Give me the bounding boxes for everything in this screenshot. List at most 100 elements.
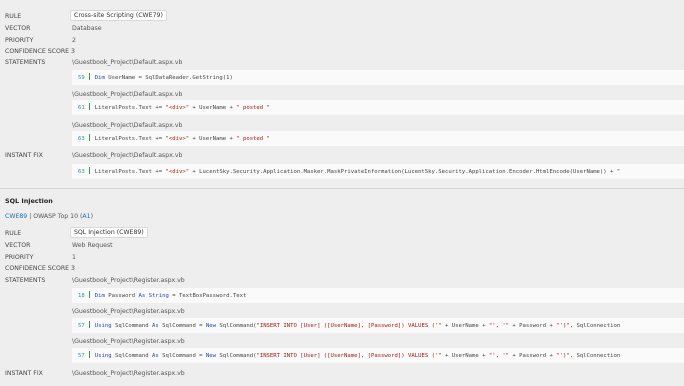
code-text: , SqlConnection bbox=[569, 353, 621, 359]
statement-path[interactable]: \Guestbook_Project\Register.aspx.vb bbox=[72, 338, 185, 345]
fix-path[interactable]: \Guestbook_Project\Default.aspx.vb bbox=[72, 152, 182, 159]
code-string: "<div>" bbox=[165, 136, 190, 142]
line-marker bbox=[88, 321, 90, 328]
code-string: "<div>" bbox=[165, 105, 190, 111]
tags-separator: | OWASP Top 10 ( bbox=[27, 213, 83, 220]
code-string: " posted " bbox=[236, 105, 270, 111]
line-marker bbox=[88, 73, 90, 80]
code-text: + UserName + bbox=[189, 136, 237, 142]
code-text: + Password + bbox=[509, 353, 557, 359]
code-snippet: 59 Dim UserName = SqlDataReader.GetString… bbox=[72, 70, 684, 85]
code-string: "')" bbox=[556, 353, 570, 359]
code-keyword: New bbox=[205, 323, 217, 329]
code-line: 63 LiteralPosts.Text += "<div>" + LucentS… bbox=[78, 167, 620, 175]
code-text: SqlCommand( bbox=[216, 323, 257, 329]
code-keyword: As bbox=[152, 353, 159, 359]
vector-label: VECTOR bbox=[5, 242, 31, 249]
code-snippet: 61 LiteralPosts.Text += "<div>" + UserNam… bbox=[72, 100, 684, 115]
fix-path[interactable]: \Guestbook_Project\Register.aspx.vb bbox=[72, 370, 185, 377]
code-snippet: 57 Using SqlCommand As SqlCommand = New S… bbox=[72, 318, 684, 333]
confidence-label: CONFIDENCE SCORE 3 bbox=[5, 48, 75, 55]
cwe-link[interactable]: CWE89 bbox=[5, 213, 27, 220]
code-text: + UserName + bbox=[441, 323, 489, 329]
code-text: + UserName + bbox=[189, 105, 237, 111]
instant-fix-label: INSTANT FIX bbox=[5, 370, 43, 377]
code-text: + LucentSky.Security.Application.Masker.… bbox=[189, 169, 621, 175]
code-text: LiteralPosts.Text += bbox=[94, 105, 166, 111]
statement-path[interactable]: \Guestbook_Project\Default.aspx.vb bbox=[72, 91, 182, 98]
line-marker bbox=[88, 351, 90, 358]
line-number: 63 bbox=[78, 136, 85, 142]
code-keyword: Dim bbox=[94, 75, 105, 81]
line-marker bbox=[88, 167, 90, 174]
rule-label: RULE bbox=[5, 13, 22, 20]
rule-label: RULE bbox=[5, 230, 22, 237]
code-keyword: Using bbox=[94, 323, 112, 329]
owasp-link[interactable]: A1 bbox=[82, 213, 90, 220]
statement-path[interactable]: \Guestbook_Project\Default.aspx.vb bbox=[72, 122, 182, 129]
code-keyword: Dim bbox=[94, 293, 105, 299]
code-text: UserName = SqlDataReader.GetString(1) bbox=[104, 75, 233, 81]
code-line: 57 Using SqlCommand As SqlCommand = New S… bbox=[78, 351, 620, 359]
line-marker bbox=[88, 103, 90, 110]
code-string: "', '" bbox=[488, 323, 510, 329]
section-divider bbox=[0, 188, 684, 189]
tags-end: ) bbox=[90, 213, 94, 220]
vector-value: Database bbox=[72, 25, 102, 32]
code-string: "')" bbox=[556, 323, 570, 329]
code-text: + Password + bbox=[509, 323, 557, 329]
code-snippet: 57 Using SqlCommand As SqlCommand = New S… bbox=[72, 348, 684, 363]
code-line: 63 LiteralPosts.Text += "<div>" + UserNam… bbox=[78, 134, 270, 142]
code-text: LiteralPosts.Text += bbox=[94, 136, 166, 142]
code-text: LiteralPosts.Text += bbox=[94, 169, 166, 175]
statement-path[interactable]: \Guestbook_Project\Register.aspx.vb bbox=[72, 308, 185, 315]
code-text: Password bbox=[104, 293, 139, 299]
code-string: " posted " bbox=[236, 136, 270, 142]
code-line: 57 Using SqlCommand As SqlCommand = New S… bbox=[78, 321, 620, 329]
instant-fix-label: INSTANT FIX bbox=[5, 152, 43, 159]
code-string: "INSERT INTO [User] ([UserName], [Passwo… bbox=[256, 353, 442, 359]
code-snippet: 18 Dim Password As String = TextBoxPasswo… bbox=[72, 288, 684, 303]
code-keyword: As bbox=[152, 323, 159, 329]
line-marker bbox=[88, 291, 90, 298]
line-number: 18 bbox=[78, 293, 85, 299]
code-keyword: Using bbox=[94, 353, 112, 359]
section-title: SQL Injection bbox=[5, 197, 53, 205]
code-keyword: New bbox=[205, 353, 217, 359]
line-number: 61 bbox=[78, 105, 85, 111]
code-text: = TextBoxPassword.Text bbox=[168, 293, 247, 299]
rule-value: SQL Injection (CWE89) bbox=[70, 227, 148, 238]
line-number: 63 bbox=[78, 169, 85, 175]
line-number: 57 bbox=[78, 323, 85, 329]
statement-path[interactable]: \Guestbook_Project\Default.aspx.vb bbox=[72, 59, 182, 66]
vector-value: Web Request bbox=[72, 242, 113, 249]
code-text: SqlCommand( bbox=[216, 353, 257, 359]
vector-label: VECTOR bbox=[5, 25, 31, 32]
line-marker bbox=[88, 134, 90, 141]
code-snippet: 63 LiteralPosts.Text += "<div>" + UserNam… bbox=[72, 131, 684, 146]
code-line: 18 Dim Password As String = TextBoxPasswo… bbox=[78, 291, 246, 299]
fix-code-snippet: 63 LiteralPosts.Text += "<div>" + LucentS… bbox=[72, 164, 684, 179]
code-keyword: String bbox=[148, 293, 169, 299]
code-text: SqlCommand = bbox=[158, 323, 206, 329]
statements-label: STATEMENTS bbox=[5, 59, 46, 66]
statement-path[interactable]: \Guestbook_Project\Register.aspx.vb bbox=[72, 277, 185, 284]
code-string: "<div>" bbox=[165, 169, 190, 175]
line-number: 57 bbox=[78, 353, 85, 359]
code-text: , SqlConnection bbox=[569, 323, 621, 329]
code-string: "INSERT INTO [User] ([UserName], [Passwo… bbox=[256, 323, 442, 329]
code-text: SqlCommand bbox=[111, 353, 153, 359]
code-text: SqlCommand = bbox=[158, 353, 206, 359]
code-text: + UserName + bbox=[441, 353, 489, 359]
tags-line: CWE89 | OWASP Top 10 (A1) bbox=[5, 213, 93, 220]
confidence-label: CONFIDENCE SCORE 3 bbox=[5, 265, 75, 272]
rule-value: Cross-site Scripting (CWE79) bbox=[70, 10, 167, 21]
code-string: "', '" bbox=[488, 353, 510, 359]
code-line: 61 LiteralPosts.Text += "<div>" + UserNam… bbox=[78, 103, 270, 111]
priority-label: PRIORITY bbox=[5, 254, 34, 261]
line-number: 59 bbox=[78, 75, 85, 81]
priority-value: 1 bbox=[72, 254, 76, 261]
statements-label: STATEMENTS bbox=[5, 277, 46, 284]
code-line: 59 Dim UserName = SqlDataReader.GetString… bbox=[78, 73, 233, 81]
priority-value: 2 bbox=[72, 37, 76, 44]
